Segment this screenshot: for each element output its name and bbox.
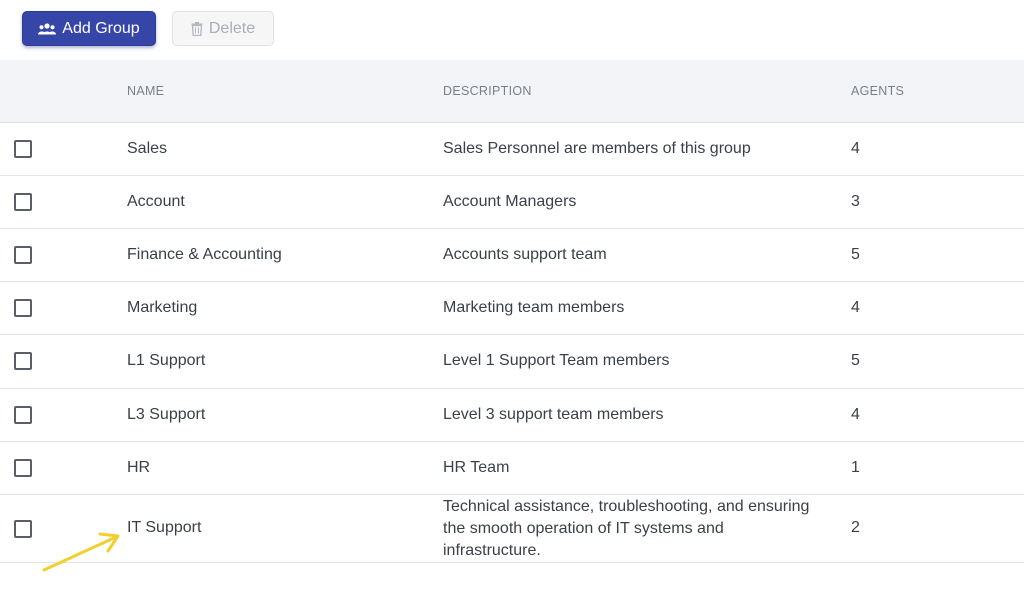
group-name: L1 Support [127, 352, 206, 369]
column-header-name[interactable]: NAME [127, 60, 164, 122]
add-group-label: Add Group [62, 19, 140, 37]
group-name: Sales [127, 140, 168, 157]
group-description: Accounts support team [443, 246, 607, 263]
group-description: Technical assistance, troubleshooting, a… [443, 498, 810, 559]
group-agents-count: 5 [851, 352, 860, 369]
group-name: Account [127, 193, 185, 210]
group-name: Marketing [127, 299, 198, 316]
group-description: Level 1 Support Team members [443, 352, 670, 369]
table-row[interactable]: Finance & Accounting Accounts support te… [0, 229, 1024, 282]
row-checkbox[interactable] [14, 520, 32, 538]
row-checkbox[interactable] [14, 246, 32, 264]
row-checkbox[interactable] [14, 406, 32, 424]
group-agents-count: 1 [851, 459, 860, 476]
delete-label: Delete [208, 19, 256, 37]
group-name: IT Support [127, 519, 202, 536]
annotation-arrow-icon [42, 532, 120, 572]
group-agents-count: 3 [851, 193, 860, 210]
delete-button[interactable]: Delete [172, 11, 274, 46]
row-checkbox[interactable] [14, 459, 32, 477]
table-row[interactable]: L1 Support Level 1 Support Team members … [0, 335, 1024, 389]
table-row[interactable]: Account Account Managers 3 [0, 176, 1024, 229]
column-header-description[interactable]: DESCRIPTION [443, 60, 532, 122]
row-checkbox[interactable] [14, 193, 32, 211]
table-row[interactable]: IT Support Technical assistance, trouble… [0, 495, 1024, 563]
group-name: Finance & Accounting [127, 246, 282, 263]
table-row[interactable]: Marketing Marketing team members 4 [0, 282, 1024, 335]
group-agents-count: 2 [851, 519, 860, 536]
add-group-button[interactable]: Add Group [22, 11, 156, 46]
group-description: Sales Personnel are members of this grou… [443, 140, 751, 157]
table-header: NAME DESCRIPTION AGENTS [0, 60, 1024, 123]
row-checkbox[interactable] [14, 140, 32, 158]
table-row[interactable]: Sales Sales Personnel are members of thi… [0, 123, 1024, 176]
group-agents-count: 4 [851, 299, 860, 316]
group-agents-count: 4 [851, 406, 860, 423]
group-name: HR [127, 459, 151, 476]
group-description: HR Team [443, 459, 510, 476]
column-header-agents[interactable]: AGENTS [851, 60, 904, 122]
row-checkbox[interactable] [14, 299, 32, 317]
group-description: Level 3 support team members [443, 406, 664, 423]
group-agents-count: 5 [851, 246, 860, 263]
table-row[interactable]: HR HR Team 1 [0, 442, 1024, 495]
group-description: Marketing team members [443, 299, 625, 316]
table-body: Sales Sales Personnel are members of thi… [0, 123, 1024, 563]
group-description: Account Managers [443, 193, 577, 210]
row-checkbox[interactable] [14, 352, 32, 370]
trash-icon [191, 21, 203, 36]
table-row[interactable]: L3 Support Level 3 support team members … [0, 389, 1024, 442]
group-name: L3 Support [127, 406, 206, 423]
users-icon [38, 22, 57, 35]
group-agents-count: 4 [851, 140, 860, 157]
toolbar: Add Group Delete [0, 0, 1024, 60]
